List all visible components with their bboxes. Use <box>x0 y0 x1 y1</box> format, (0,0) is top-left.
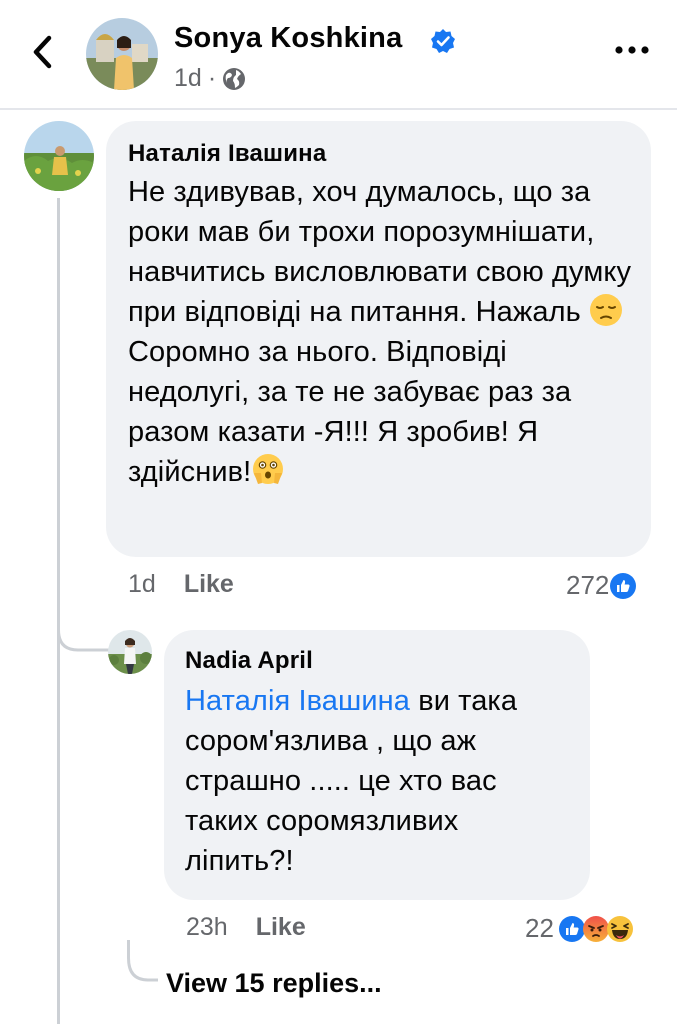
reply-avatar[interactable] <box>108 630 152 674</box>
comment-time[interactable]: 1d <box>128 570 156 599</box>
back-button[interactable] <box>22 30 62 74</box>
reaction-count: 272 <box>566 570 610 600</box>
pensive-face-emoji <box>590 294 622 326</box>
reply-bubble: Nadia April Наталія Івашина ви така соро… <box>164 630 590 900</box>
post-meta: 1d · <box>174 64 246 93</box>
reply-author[interactable]: Nadia April <box>185 647 590 675</box>
globe-icon <box>223 67 246 90</box>
commenter-avatar[interactable] <box>24 121 94 191</box>
mention-link[interactable]: Наталія Івашина <box>185 685 410 717</box>
reply-reaction-count: 22 <box>525 913 554 943</box>
verified-badge-icon <box>431 29 455 53</box>
reaction-summary[interactable]: 272 <box>566 570 637 601</box>
post-author-name[interactable]: Sonya Koshkina <box>174 22 402 55</box>
reply-reaction-summary[interactable]: 22 <box>525 913 634 944</box>
like-reaction-icon <box>610 572 637 599</box>
like-button[interactable]: Like <box>184 570 234 599</box>
author-avatar[interactable] <box>86 18 158 90</box>
view-more-replies-link[interactable]: View 15 replies... <box>166 968 382 999</box>
comment-author[interactable]: Наталія Івашина <box>128 140 651 168</box>
meta-separator: · <box>207 64 217 92</box>
post-header: Sonya Koshkina 1d · <box>0 0 677 108</box>
more-horizontal-icon <box>615 46 649 54</box>
haha-reaction-icon <box>606 915 633 942</box>
more-options-button[interactable] <box>612 38 652 62</box>
header-divider <box>0 108 677 110</box>
chevron-left-icon <box>33 35 52 69</box>
reply-time[interactable]: 23h <box>186 913 228 942</box>
face-with-open-eyes-and-hand-over-mouth-emoji <box>253 454 284 484</box>
post-time: 1d <box>174 64 202 92</box>
thread-connector-reply <box>57 600 114 652</box>
reply-text: Наталія Івашина ви така сором'язлива , щ… <box>185 681 570 881</box>
comment-bubble: Наталія Івашина Не здивував, хоч думалос… <box>106 121 651 557</box>
comment-text-part-1: Не здивував, хоч думалось, що за роки ма… <box>128 176 632 328</box>
reply-like-button[interactable]: Like <box>256 913 306 942</box>
comment-text-part-2: Соромно за нього. Відповіді недолугі, за… <box>128 336 572 488</box>
comment-text: Не здивував, хоч думалось, що за роки ма… <box>128 172 633 492</box>
reply-actions: 23h Like <box>186 913 306 942</box>
comment-actions: 1d Like <box>128 570 234 599</box>
